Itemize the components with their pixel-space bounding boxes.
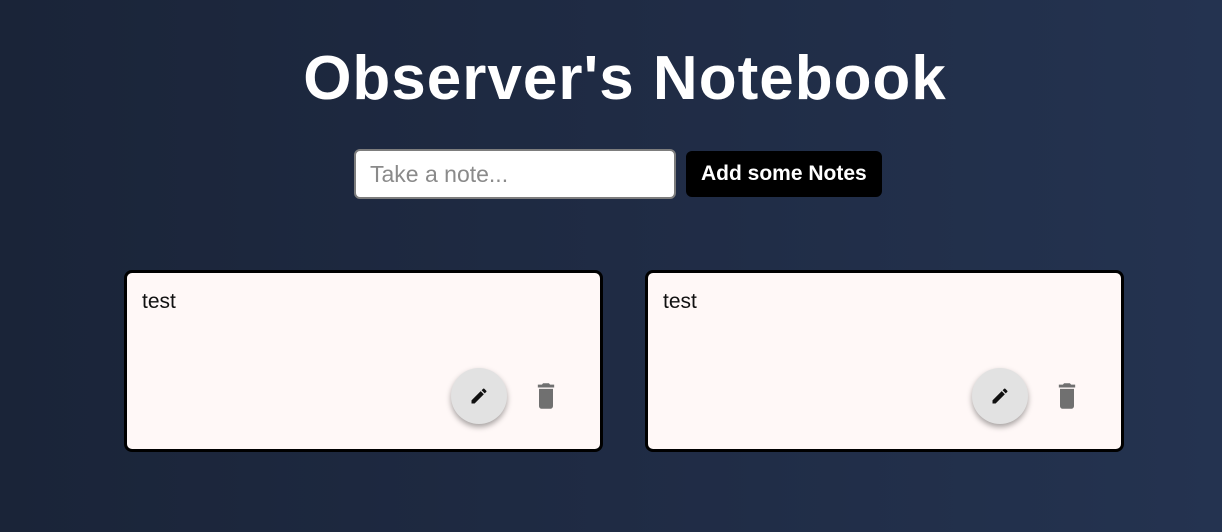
pencil-icon	[471, 388, 487, 404]
notes-list: test test	[124, 270, 1124, 452]
edit-note-button[interactable]	[451, 368, 507, 424]
note-text: test	[142, 290, 176, 313]
trash-icon	[1058, 383, 1076, 409]
add-notes-button[interactable]: Add some Notes	[686, 151, 882, 197]
page-title: Observer's Notebook	[303, 44, 947, 113]
note-card: test	[124, 270, 603, 452]
note-card: test	[645, 270, 1124, 452]
edit-note-button[interactable]	[972, 368, 1028, 424]
pencil-icon	[992, 388, 1008, 404]
note-input[interactable]	[354, 149, 676, 199]
note-composer: Add some Notes	[354, 149, 882, 199]
note-text: test	[663, 290, 697, 313]
trash-icon	[537, 383, 555, 409]
delete-note-button[interactable]	[531, 379, 561, 413]
delete-note-button[interactable]	[1052, 379, 1082, 413]
